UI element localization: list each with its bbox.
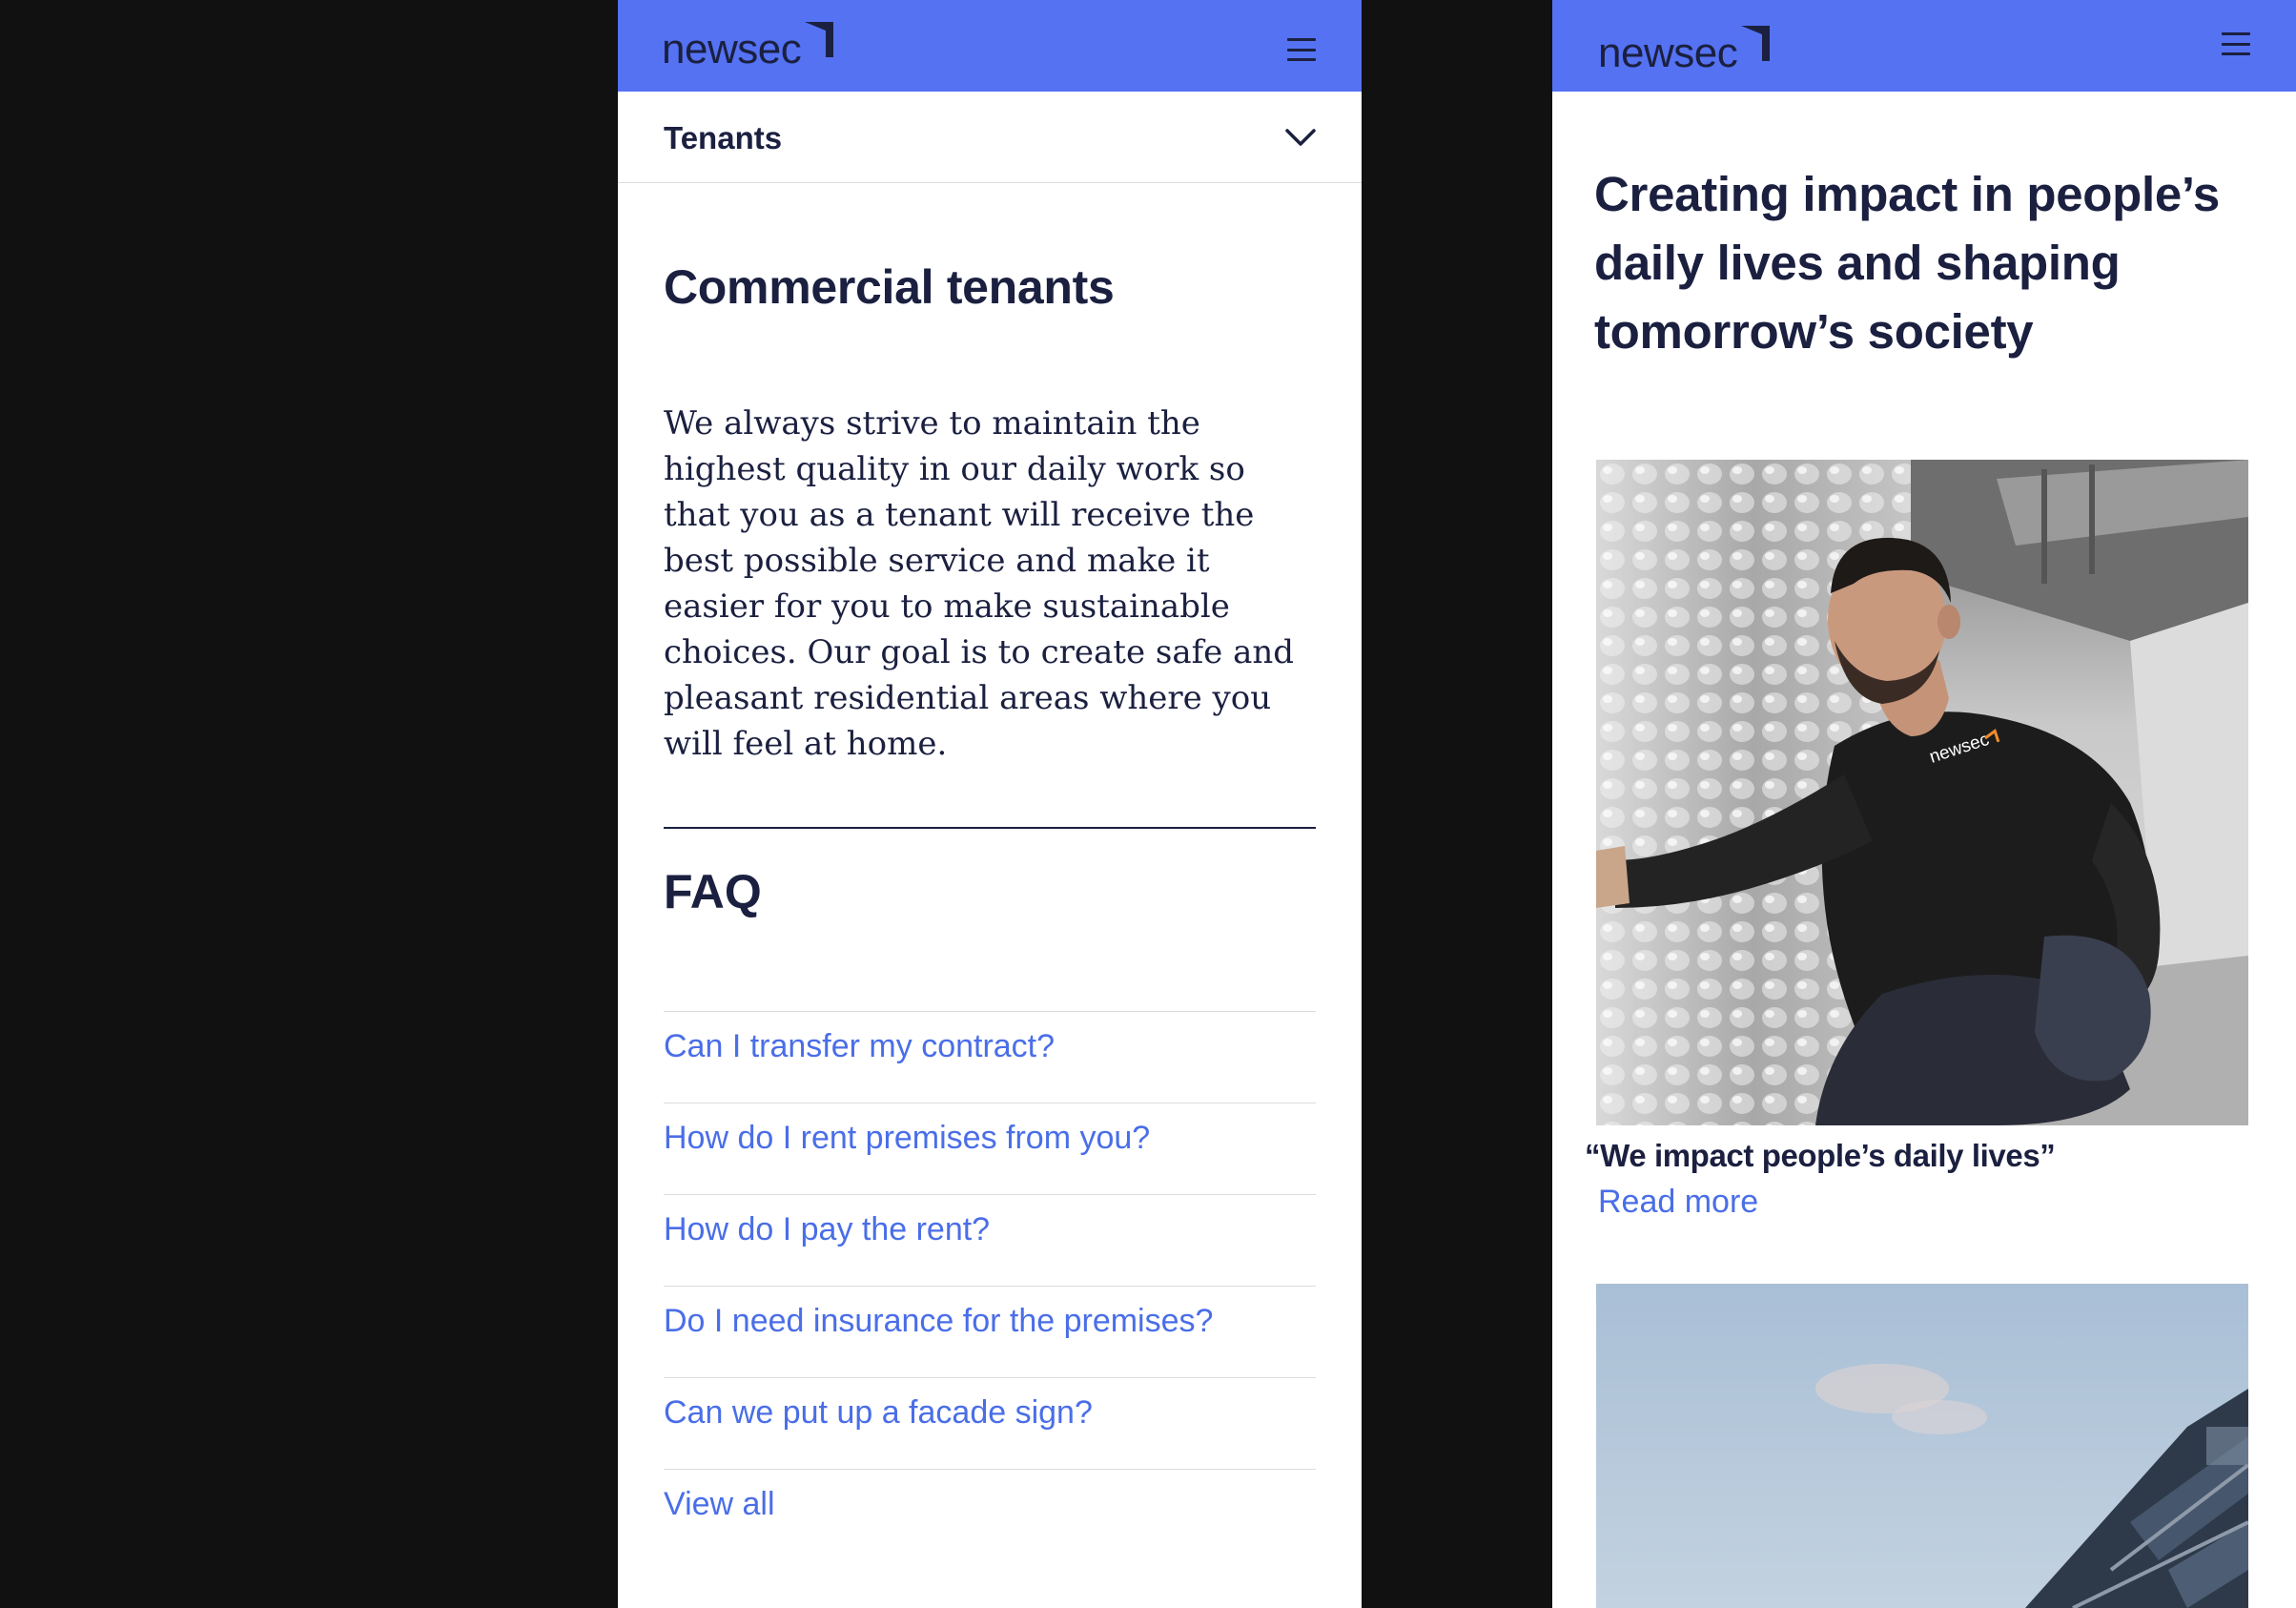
hamburger-menu-icon[interactable] xyxy=(2222,32,2250,55)
section-dropdown-label: Tenants xyxy=(664,120,783,155)
site-header: newsec xyxy=(618,0,1362,92)
faq-title: FAQ xyxy=(664,865,762,918)
page-title: Commercial tenants xyxy=(664,260,1115,314)
story-quote: “We impact people’s daily lives” xyxy=(1585,1138,2056,1173)
faq-link-transfer-contract[interactable]: Can I transfer my contract? xyxy=(664,1028,1055,1065)
building-photo[interactable] xyxy=(1596,1284,2248,1608)
faq-list: Can I transfer my contract? How do I ren… xyxy=(664,1011,1316,1560)
worker-photo[interactable]: newsec xyxy=(1596,460,2248,1125)
faq-link-pay-rent[interactable]: How do I pay the rent? xyxy=(664,1211,990,1248)
faq-item: View all xyxy=(664,1469,1316,1560)
newsec-logo[interactable]: newsec xyxy=(1598,23,1772,74)
tenants-screen: newsec Tenants Commercial tenants We alw… xyxy=(618,0,1362,1608)
hamburger-menu-icon[interactable] xyxy=(1287,38,1316,61)
faq-item: How do I pay the rent? xyxy=(664,1194,1316,1286)
faq-link-rent-premises[interactable]: How do I rent premises from you? xyxy=(664,1120,1150,1157)
intro-paragraph: We always strive to maintain the highest… xyxy=(664,404,1295,763)
faq-item: How do I rent premises from you? xyxy=(664,1103,1316,1194)
about-screen: newsec Creating impact in people’s daily… xyxy=(1552,0,2296,1608)
section-dropdown[interactable]: Tenants xyxy=(618,92,1362,183)
newsec-logo[interactable]: newsec xyxy=(662,19,835,71)
read-more-link[interactable]: Read more xyxy=(1598,1184,1758,1221)
chevron-down-icon[interactable] xyxy=(1283,120,1318,155)
section-divider xyxy=(664,827,1316,829)
faq-view-all-link[interactable]: View all xyxy=(664,1486,775,1523)
page: newsec Tenants Commercial tenants We alw… xyxy=(0,0,2296,1608)
logo-wordmark: newsec xyxy=(662,26,802,72)
logo-wordmark: newsec xyxy=(1598,30,1738,76)
faq-link-facade-sign[interactable]: Can we put up a facade sign? xyxy=(664,1394,1093,1432)
faq-item: Can we put up a facade sign? xyxy=(664,1377,1316,1469)
faq-item: Do I need insurance for the premises? xyxy=(664,1286,1316,1377)
faq-item: Can I transfer my contract? xyxy=(664,1011,1316,1103)
faq-link-insurance[interactable]: Do I need insurance for the premises? xyxy=(664,1303,1213,1340)
site-header: newsec xyxy=(1552,0,2296,92)
logo-mark-icon xyxy=(805,22,834,57)
hero-title: Creating impact in people’s daily lives … xyxy=(1594,167,2220,359)
logo-mark-icon xyxy=(1741,26,1771,61)
